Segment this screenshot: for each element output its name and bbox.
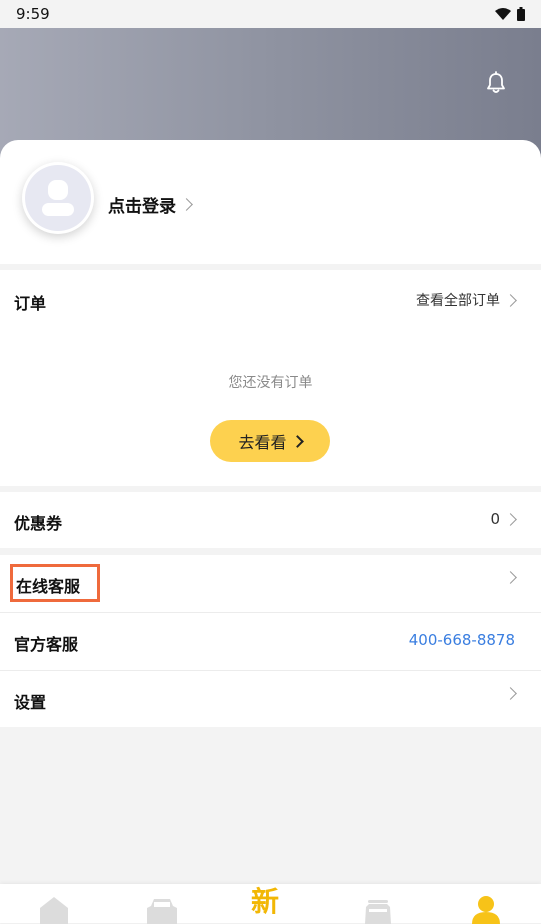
profile-card: 点击登录 bbox=[0, 140, 541, 264]
official-service-label: 官方客服 bbox=[14, 635, 79, 654]
orders-section: 订单 查看全部订单 您还没有订单 去看看 bbox=[0, 270, 541, 486]
go-browse-button[interactable]: 去看看 bbox=[210, 420, 330, 462]
wifi-icon bbox=[495, 7, 511, 20]
settings-row[interactable]: 设置 bbox=[0, 671, 541, 728]
chevron-right-icon bbox=[504, 293, 517, 307]
tab-profile[interactable] bbox=[466, 894, 506, 924]
chevron-right-icon bbox=[290, 434, 304, 448]
login-label: 点击登录 bbox=[108, 197, 176, 217]
online-service-chevron bbox=[500, 571, 517, 584]
online-service-label: 在线客服 bbox=[16, 577, 81, 596]
view-all-orders-label: 查看全部订单 bbox=[416, 293, 500, 309]
battery-icon bbox=[517, 7, 525, 21]
status-bar: 9:59 bbox=[0, 0, 541, 28]
chevron-right-icon bbox=[180, 198, 193, 211]
empty-orders-message: 您还没有订单 bbox=[228, 375, 313, 391]
status-time: 9:59 bbox=[16, 5, 50, 23]
chevron-right-icon bbox=[504, 512, 517, 526]
settings-chevron bbox=[500, 687, 517, 700]
tab-new[interactable]: 新 bbox=[251, 887, 279, 917]
chevron-right-icon bbox=[504, 571, 517, 584]
settings-label: 设置 bbox=[14, 693, 47, 712]
vehicle-icon bbox=[365, 900, 391, 924]
status-icons bbox=[495, 7, 525, 21]
user-icon bbox=[472, 896, 500, 924]
official-service-row[interactable]: 官方客服 400-668-8878 bbox=[0, 613, 541, 670]
view-all-orders-link[interactable]: 查看全部订单 bbox=[416, 290, 517, 310]
tab-home[interactable] bbox=[34, 894, 74, 924]
bottom-tab-bar: 新 bbox=[0, 884, 541, 924]
home-icon bbox=[40, 897, 68, 924]
official-phone-link[interactable]: 400-668-8878 bbox=[409, 631, 515, 649]
notification-bell-icon[interactable] bbox=[485, 71, 507, 95]
official-phone-number: 400-668-8878 bbox=[408, 631, 515, 649]
tab-cars[interactable] bbox=[142, 894, 182, 924]
coupons-count: 0 bbox=[490, 510, 500, 528]
service-menu: 在线客服 官方客服 400-668-8878 设置 bbox=[0, 555, 541, 727]
coupons-row[interactable]: 优惠券 0 bbox=[0, 492, 541, 548]
tab-vehicle[interactable] bbox=[358, 894, 398, 924]
coupons-title: 优惠券 bbox=[14, 514, 63, 533]
default-avatar-icon bbox=[25, 165, 91, 231]
car-icon bbox=[147, 899, 177, 924]
online-service-row[interactable]: 在线客服 bbox=[0, 555, 541, 612]
login-link[interactable]: 点击登录 bbox=[108, 192, 193, 217]
orders-title: 订单 bbox=[14, 294, 47, 313]
coupons-count-area: 0 bbox=[490, 510, 517, 528]
avatar[interactable] bbox=[22, 162, 94, 234]
go-browse-label: 去看看 bbox=[238, 433, 287, 452]
chevron-right-icon bbox=[504, 687, 517, 700]
